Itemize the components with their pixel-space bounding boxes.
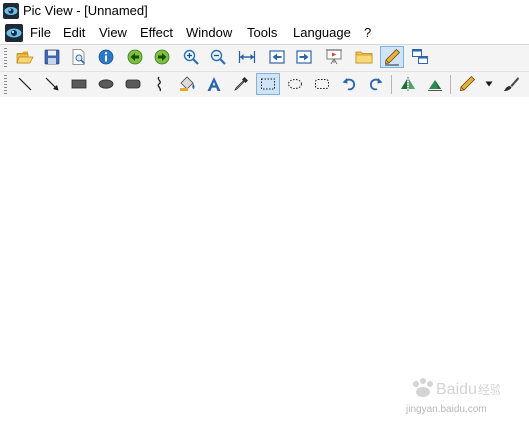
fill-bucket-icon (180, 76, 195, 91)
color-picker-button[interactable] (229, 73, 253, 95)
last-image-button[interactable] (292, 46, 316, 68)
next-icon (154, 49, 170, 65)
info-button[interactable] (94, 46, 118, 68)
color-picker-icon (234, 77, 248, 91)
rounded-rectangle-tool-icon (125, 79, 141, 89)
zoom-in-button[interactable] (179, 46, 203, 68)
ellipse-select-button[interactable] (283, 73, 307, 95)
freehand-tool-icon (157, 76, 162, 92)
watermark-url: jingyan.baidu.com (406, 404, 487, 415)
line-tool-button[interactable] (13, 73, 37, 95)
slideshow-icon (326, 49, 342, 65)
ellipse-tool-icon (98, 79, 114, 89)
menu-edit[interactable]: Edit (63, 25, 85, 40)
menu-help[interactable]: ? (364, 25, 371, 40)
undo-icon (342, 78, 355, 91)
menu-effect[interactable]: Effect (140, 25, 173, 40)
toolbar-separator (391, 75, 392, 94)
save-icon (44, 49, 60, 65)
fill-bucket-button[interactable] (175, 73, 199, 95)
menu-language[interactable]: Language (293, 25, 351, 40)
text-tool-button[interactable] (202, 73, 226, 95)
title-bar: Pic View - [Unnamed] (0, 0, 529, 22)
flip-horizontal-icon (401, 77, 415, 91)
menu-tools[interactable]: Tools (247, 25, 277, 40)
redo-button[interactable] (364, 73, 388, 95)
arrow-tool-icon (45, 77, 59, 91)
rectangle-select-button[interactable] (256, 73, 280, 95)
edit-mode-button[interactable] (380, 46, 404, 68)
open-button[interactable] (13, 46, 37, 68)
brush-button[interactable] (499, 73, 523, 95)
info-icon (98, 49, 114, 65)
redo-icon (370, 78, 383, 91)
menu-view[interactable]: View (99, 25, 127, 40)
text-tool-icon (207, 77, 221, 91)
rounded-select-icon (315, 79, 329, 89)
multi-window-icon (412, 49, 428, 64)
ellipse-select-icon (288, 79, 302, 89)
pen-icon (460, 75, 476, 91)
toolbar-grip[interactable] (4, 75, 7, 94)
svg-text:Baidu: Baidu (436, 381, 477, 398)
flip-horizontal-button[interactable] (396, 73, 420, 95)
open-folder-icon (16, 51, 34, 64)
print-preview-button[interactable] (67, 46, 91, 68)
menu-window[interactable]: Window (186, 25, 232, 40)
flip-vertical-icon (428, 80, 442, 91)
arrow-tool-button[interactable] (40, 73, 64, 95)
undo-button[interactable] (337, 73, 361, 95)
zoom-out-button[interactable] (206, 46, 230, 68)
fit-width-icon (238, 51, 256, 63)
ellipse-tool-button[interactable] (94, 73, 118, 95)
toolbar-grip[interactable] (4, 48, 7, 67)
next-button[interactable] (150, 46, 174, 68)
menu-bar: File Edit View Effect Window Tools Langu… (0, 22, 529, 44)
zoom-in-icon (183, 49, 199, 65)
line-tool-icon (18, 77, 32, 91)
app-eye-icon (3, 3, 19, 19)
last-image-icon (296, 50, 312, 64)
pen-button[interactable] (455, 73, 479, 95)
browse-folder-button[interactable] (352, 46, 376, 68)
svg-text:经验: 经验 (478, 382, 500, 397)
zoom-out-icon (210, 49, 226, 65)
print-preview-icon (72, 49, 86, 65)
chevron-down-icon (485, 81, 493, 87)
first-image-button[interactable] (265, 46, 289, 68)
rounded-rectangle-tool-button[interactable] (121, 73, 145, 95)
rounded-select-button[interactable] (310, 73, 334, 95)
main-toolbar (0, 45, 529, 70)
slideshow-button[interactable] (322, 46, 346, 68)
fit-width-button[interactable] (235, 46, 259, 68)
flip-vertical-button[interactable] (423, 73, 447, 95)
toolbar-separator (450, 75, 451, 94)
pen-dropdown-button[interactable] (482, 73, 496, 95)
menu-file[interactable]: File (30, 25, 51, 40)
freehand-tool-button[interactable] (148, 73, 172, 95)
previous-button[interactable] (123, 46, 147, 68)
rectangle-tool-icon (71, 79, 87, 89)
brush-icon (504, 77, 519, 91)
drawing-toolbar (0, 71, 529, 97)
rectangle-tool-button[interactable] (67, 73, 91, 95)
previous-icon (127, 49, 143, 65)
multi-window-button[interactable] (408, 46, 432, 68)
edit-mode-icon (385, 48, 401, 66)
browse-folder-icon (355, 51, 373, 64)
window-title: Pic View - [Unnamed] (23, 3, 148, 18)
first-image-icon (269, 50, 285, 64)
system-menu-icon[interactable] (5, 24, 23, 42)
rectangle-select-icon (261, 78, 275, 90)
toolbar-area (0, 44, 529, 98)
save-button[interactable] (40, 46, 64, 68)
